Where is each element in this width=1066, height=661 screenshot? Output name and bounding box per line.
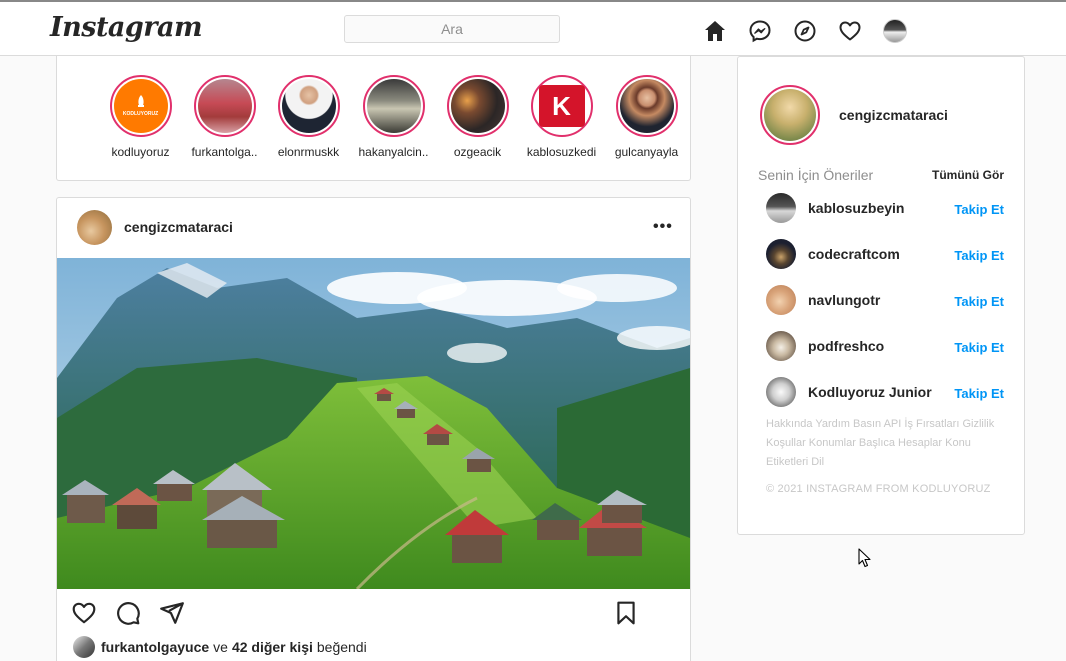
story-username: kodluyoruz [111, 145, 170, 159]
like-heart-icon[interactable] [71, 600, 97, 626]
story-item[interactable]: ozgeacik [435, 75, 520, 159]
suggestion-username[interactable]: podfreshco [808, 338, 884, 354]
follow-button[interactable]: Takip Et [954, 202, 1004, 217]
suggestion-avatar[interactable] [766, 285, 796, 315]
suggestion-avatar[interactable] [766, 331, 796, 361]
story-username: ozgeacik [453, 145, 502, 159]
comment-icon[interactable] [115, 600, 141, 626]
footer-links[interactable]: Hakkında Yardım Basın API İş Fırsatları … [766, 415, 1006, 472]
story-item[interactable]: gulcanyayla [604, 75, 689, 159]
story-item[interactable]: K kablosuzkedi [519, 75, 604, 159]
story-username: kablosuzkedi [526, 145, 597, 159]
story-username: elonrmuskk [277, 145, 340, 159]
suggestion-avatar[interactable] [766, 193, 796, 223]
heart-icon[interactable] [837, 18, 863, 44]
search-input[interactable]: Ara [344, 15, 560, 43]
follow-button[interactable]: Takip Et [954, 294, 1004, 309]
story-avatar [619, 79, 674, 133]
suggestion-avatar[interactable] [766, 377, 796, 407]
suggestion-item: kablosuzbeyin Takip Et [766, 193, 1006, 225]
likes-suffix: beğendi [316, 639, 367, 655]
story-avatar [197, 79, 252, 133]
suggestion-username[interactable]: navlungotr [808, 292, 880, 308]
current-user-username[interactable]: cengizcmataraci [839, 107, 948, 123]
suggestion-item: codecraftcom Takip Et [766, 239, 1006, 271]
likes-connector: ve [213, 639, 228, 655]
post-header: cengizcmataraci ••• [57, 198, 690, 258]
suggestion-item: Kodluyoruz Junior Takip Et [766, 377, 1006, 409]
follow-button[interactable]: Takip Et [954, 386, 1004, 401]
kablosuzkedi-logo-text: K [552, 90, 571, 121]
home-icon[interactable] [702, 18, 728, 44]
kodluyoruz-logo-text: KODLUYORUZ [122, 111, 159, 117]
story-avatar [281, 79, 336, 133]
liker-avatar[interactable] [73, 636, 95, 658]
post-action-bar [71, 600, 661, 626]
story-username: gulcanyayla [614, 145, 679, 159]
mouse-cursor-icon [858, 548, 872, 568]
liker-username[interactable]: furkantolgayuce [101, 639, 209, 655]
suggestion-item: podfreshco Takip Et [766, 331, 1006, 363]
story-username: hakanyalcin.. [358, 145, 429, 159]
follow-button[interactable]: Takip Et [954, 248, 1004, 263]
current-user-avatar[interactable] [760, 85, 820, 145]
suggestions-title: Senin İçin Öneriler [758, 167, 874, 183]
messenger-icon[interactable] [747, 18, 773, 44]
story-username: furkantolga.. [191, 145, 258, 159]
suggestion-username[interactable]: codecraftcom [808, 246, 900, 262]
nav-icons [702, 18, 927, 44]
feed-post: cengizcmataraci ••• furkantolgayuce ve 4… [56, 197, 691, 661]
suggestion-username[interactable]: Kodluyoruz Junior [808, 384, 932, 400]
story-avatar: KODLUYORUZ [113, 79, 168, 133]
suggestions-sidebar: cengizcmataraci Senin İçin Öneriler Tümü… [737, 56, 1025, 535]
suggestion-username[interactable]: kablosuzbeyin [808, 200, 904, 216]
story-avatar: K [534, 79, 589, 133]
see-all-link[interactable]: Tümünü Gör [932, 168, 1004, 182]
story-item[interactable]: hakanyalcin.. [351, 75, 436, 159]
profile-avatar[interactable] [882, 18, 908, 44]
instagram-logo[interactable]: Instagram [50, 12, 203, 43]
top-navbar: Instagram Ara [0, 2, 1066, 56]
suggestion-item: navlungotr Takip Et [766, 285, 1006, 317]
likes-summary: furkantolgayuce ve 42 diğer kişi beğendi [73, 636, 367, 658]
follow-button[interactable]: Takip Et [954, 340, 1004, 355]
explore-icon[interactable] [792, 18, 818, 44]
suggestion-avatar[interactable] [766, 239, 796, 269]
story-avatar [450, 79, 505, 133]
more-options-icon[interactable]: ••• [653, 218, 673, 236]
post-author-avatar[interactable] [77, 210, 112, 245]
post-author-username[interactable]: cengizcmataraci [124, 219, 233, 235]
stories-bar: KODLUYORUZ kodluyoruz furkantolga.. elon… [56, 56, 691, 181]
bookmark-icon[interactable] [613, 600, 639, 626]
story-item[interactable]: elonrmuskk [266, 75, 351, 159]
story-avatar [366, 79, 421, 133]
share-icon[interactable] [159, 600, 185, 626]
story-item[interactable]: furkantolga.. [182, 75, 267, 159]
story-item[interactable]: KODLUYORUZ kodluyoruz [98, 75, 183, 159]
post-image[interactable] [57, 258, 690, 589]
copyright-text: © 2021 INSTAGRAM FROM KODLUYORUZ [766, 483, 991, 495]
likes-others-count[interactable]: 42 diğer kişi [232, 639, 313, 655]
